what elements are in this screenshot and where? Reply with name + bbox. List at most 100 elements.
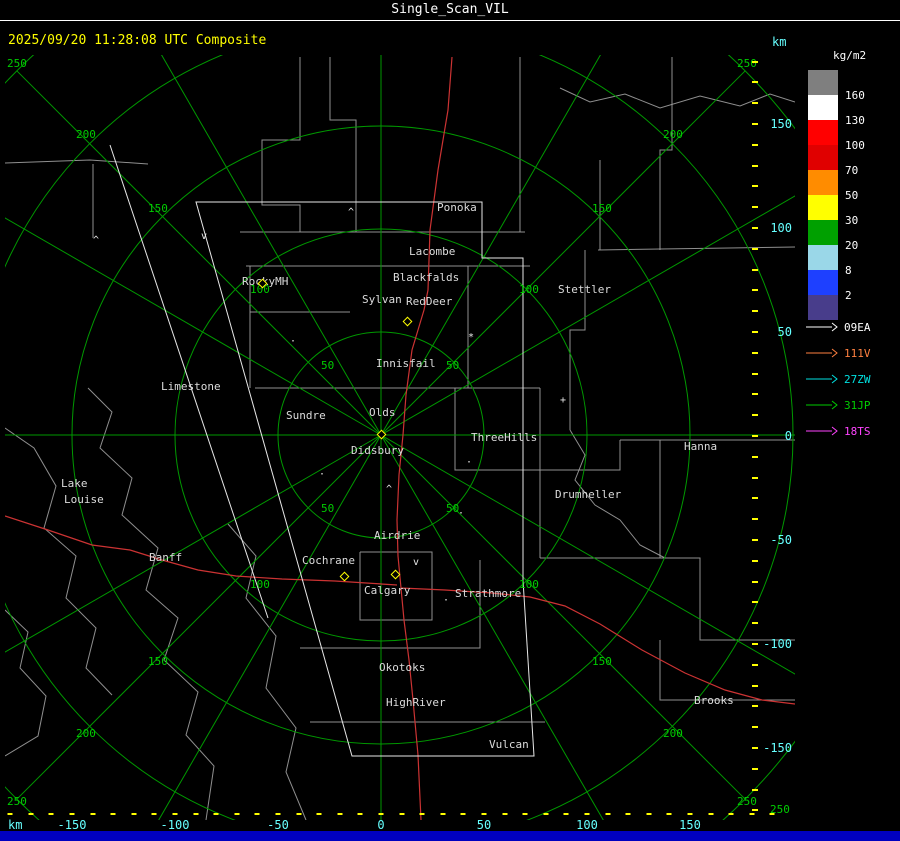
range-label: 50 [321,502,335,515]
bottom-axis-tick [275,813,281,815]
colorbar: 160 130 100 70 50 30 20 8 2 [808,70,900,332]
right-axis-label: -100 [763,637,792,651]
right-axis-tick [752,165,758,167]
range-label: 250 [737,57,757,70]
city-label: Hanna [684,440,718,453]
right-axis-tick [752,331,758,333]
bottom-axis-tick [172,813,178,815]
bottom-axis-tick [543,813,549,815]
right-axis-tick [752,581,758,583]
map-marker: · [319,469,326,480]
bottom-axis-tick [481,813,487,815]
radar-legend-row: 09EA [806,320,900,334]
colorbar-swatch [808,195,838,220]
right-axis-tick [752,206,758,208]
city-label: Sylvan [362,293,402,306]
city-label: Strathmore [455,587,522,600]
right-axis-tick [752,809,758,811]
right-axis-tick [752,497,758,499]
radar-arrow-icon [806,400,838,410]
bottom-axis-tick [708,813,714,815]
city-label: Ponoka [437,201,477,214]
colorbar-swatch [808,245,838,270]
range-label: 150 [148,655,168,668]
colorbar-value: 130 [845,114,865,127]
range-label: 50 [321,359,335,372]
right-axis-tick [752,747,758,749]
county-boundary [540,557,795,641]
map-area[interactable]: 250 200 150 100 50 250 200 150 100 50 50 100 150 200 2… [0,0,900,841]
range-label: 50 [446,359,460,372]
radar-arrow-icon [806,322,838,332]
bottom-axis-tick [563,813,569,815]
city-label: Okotoks [379,661,426,674]
range-label: 200 [663,128,683,141]
bottom-axis-tick [460,813,466,815]
right-axis-tick [752,81,758,83]
county-boundary [227,523,307,820]
right-axis-tick [752,685,758,687]
bottom-axis-tick [419,813,425,815]
bottom-axis-tick [316,813,322,815]
colorbar-swatch [808,295,838,320]
bottom-axis-tick [193,813,199,815]
right-axis-tick [752,227,758,229]
radar-id: 09EA [844,320,871,334]
bottom-axis-tick [151,813,157,815]
colorbar-swatch [808,270,838,295]
bottom-axis-tick [522,813,528,815]
range-label: 150 [592,202,612,215]
county-boundary [87,387,215,820]
city-label: Banff [149,551,183,564]
range-ring [5,55,795,820]
colorbar-swatch [808,95,838,120]
bottom-axis-tick [337,813,343,815]
bottom-axis-tick [625,813,631,815]
bottom-axis-tick [7,813,13,815]
right-axis-label: 100 [770,221,792,235]
right-axis-tick [752,185,758,187]
bottom-axis-tick [769,813,775,815]
map-marker: · [443,595,450,606]
range-label: 200 [663,727,683,740]
map-canvas[interactable] [0,0,900,841]
right-axis-tick [752,726,758,728]
highway-line [5,515,398,586]
highway-line [400,587,795,705]
bottom-axis-label: -50 [267,818,289,832]
bottom-axis-tick [28,813,34,815]
colorbar-value: 50 [845,189,859,202]
radar-id: 111V [844,346,871,360]
city-label: Lacombe [409,245,456,258]
city-label: HighRiver [386,696,446,709]
bottom-axis-label: -100 [160,818,190,832]
bottom-axis-unit: km [8,818,23,832]
city-label: Vulcan [489,738,529,751]
range-label: 250 [737,795,757,808]
bottom-axis-tick [399,813,405,815]
right-axis-tick [752,601,758,603]
range-label: 100 [519,283,539,296]
range-label: 200 [76,128,96,141]
bottom-axis-tick [687,813,693,815]
right-axis-tick [752,456,758,458]
bottom-axis-label: -150 [57,818,87,832]
range-label: 100 [519,578,539,591]
bottom-axis-tick [378,813,384,815]
city-label: Innisfail [376,357,436,370]
bottom-axis-label: 0 [377,818,385,832]
city-label: Didsbury [351,444,404,457]
colorbar-swatch [808,170,838,195]
right-axis-tick [752,269,758,271]
city-label: Cochrane [302,554,355,567]
range-label: 100 [250,578,270,591]
bottom-axis-tick [749,813,755,815]
right-axis-label: 0 [784,429,792,443]
city-label: Louise [64,493,104,506]
range-label: 150 [592,655,612,668]
colorbar-swatch [808,145,838,170]
radar-arrow-icon [806,426,838,436]
radar-legend-row: 27ZW [806,372,900,386]
right-axis-tick [752,518,758,520]
bottom-axis-tick [296,813,302,815]
